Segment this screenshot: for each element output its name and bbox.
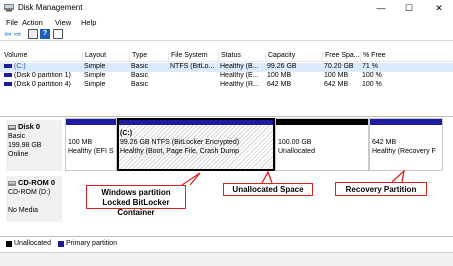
maximize-button[interactable]: ☐ — [395, 0, 423, 16]
menu-file[interactable]: File — [6, 18, 18, 27]
volume-list-header: Volume Layout Type File System Status Ca… — [0, 51, 453, 62]
column-type[interactable]: Type — [129, 52, 147, 62]
properties-icon[interactable] — [28, 29, 38, 39]
table-row[interactable]: (Disk 0 partition 4) Simple Basic Health… — [0, 81, 453, 90]
table-row[interactable]: (Disk 0 partition 1) Simple Basic Health… — [0, 72, 453, 81]
menu-view[interactable]: View — [55, 18, 71, 27]
status-cell: Healthy (E... — [220, 72, 259, 79]
window-title: Disk Management — [18, 3, 83, 12]
type-cell: Basic — [131, 81, 149, 88]
menu-bar: File Action View Help — [0, 16, 453, 28]
forward-arrow-icon[interactable]: ⇨ — [14, 29, 22, 39]
volume-swatch — [4, 64, 12, 69]
minimize-button[interactable]: — — [367, 0, 395, 16]
disk-management-window: Disk Management — ☐ ✕ File Action View H… — [0, 0, 453, 266]
table-row[interactable]: (C:) Simple Basic NTFS (BitLo... Healthy… — [0, 63, 453, 72]
callout-recovery-pointer — [391, 169, 405, 183]
layout-cell: Simple — [84, 81, 106, 88]
volume-name: (Disk 0 partition 4) — [14, 81, 71, 88]
help-icon[interactable]: ? — [40, 29, 50, 39]
console-icon[interactable] — [53, 29, 63, 39]
legend: Unallocated Primary partition — [0, 236, 453, 252]
volume-swatch — [4, 73, 12, 78]
disk-management-icon — [4, 4, 14, 12]
toolbar: ⇦ ⇨ ? — [0, 28, 453, 41]
back-arrow-icon[interactable]: ⇦ — [4, 29, 12, 39]
capacity-cell: 99.26 GB — [267, 63, 297, 70]
layout-cell: Simple — [84, 63, 106, 70]
capacity-cell: 642 MB — [267, 81, 292, 88]
percent-free-cell: 100 % — [362, 81, 382, 88]
legend-unallocated-swatch — [6, 241, 12, 247]
percent-free-cell: 71 % — [362, 63, 378, 70]
status-cell: Healthy (R... — [220, 81, 259, 88]
menu-action[interactable]: Action — [22, 18, 43, 27]
column-status[interactable]: Status — [218, 52, 241, 62]
volume-name: (Disk 0 partition 1) — [14, 72, 71, 79]
legend-primary-label: Primary partition — [66, 240, 117, 247]
volume-swatch — [4, 82, 12, 87]
column-layout[interactable]: Layout — [82, 52, 106, 62]
fs-cell: NTFS (BitLo... — [170, 63, 215, 70]
type-cell: Basic — [131, 63, 149, 70]
free-space-cell: 70.20 GB — [324, 63, 354, 70]
title-bar: Disk Management — ☐ ✕ — [0, 0, 453, 16]
column-file-system[interactable]: File System — [168, 52, 208, 62]
disk-map[interactable]: Disk 0 Basic 199.98 GB Online 100 MB Hea… — [0, 118, 453, 236]
volume-name: (C:) — [14, 63, 26, 70]
column-free-space[interactable]: Free Spa... — [322, 52, 360, 62]
column-volume[interactable]: Volume — [2, 52, 27, 62]
capacity-cell: 100 MB — [267, 72, 292, 79]
column-percent-free[interactable]: % Free — [360, 52, 386, 62]
column-capacity[interactable]: Capacity — [265, 52, 295, 62]
layout-cell: Simple — [84, 72, 106, 79]
type-cell: Basic — [131, 72, 149, 79]
free-space-cell: 100 MB — [324, 72, 349, 79]
volume-list[interactable]: Volume Layout Type File System Status Ca… — [0, 42, 453, 117]
legend-unallocated-label: Unallocated — [14, 240, 51, 247]
free-space-cell: 642 MB — [324, 81, 349, 88]
status-bar — [0, 252, 453, 266]
legend-primary-swatch — [58, 241, 64, 247]
percent-free-cell: 100 % — [362, 72, 382, 79]
close-button[interactable]: ✕ — [425, 0, 453, 16]
menu-help[interactable]: Help — [81, 18, 96, 27]
status-cell: Healthy (B... — [220, 63, 259, 70]
